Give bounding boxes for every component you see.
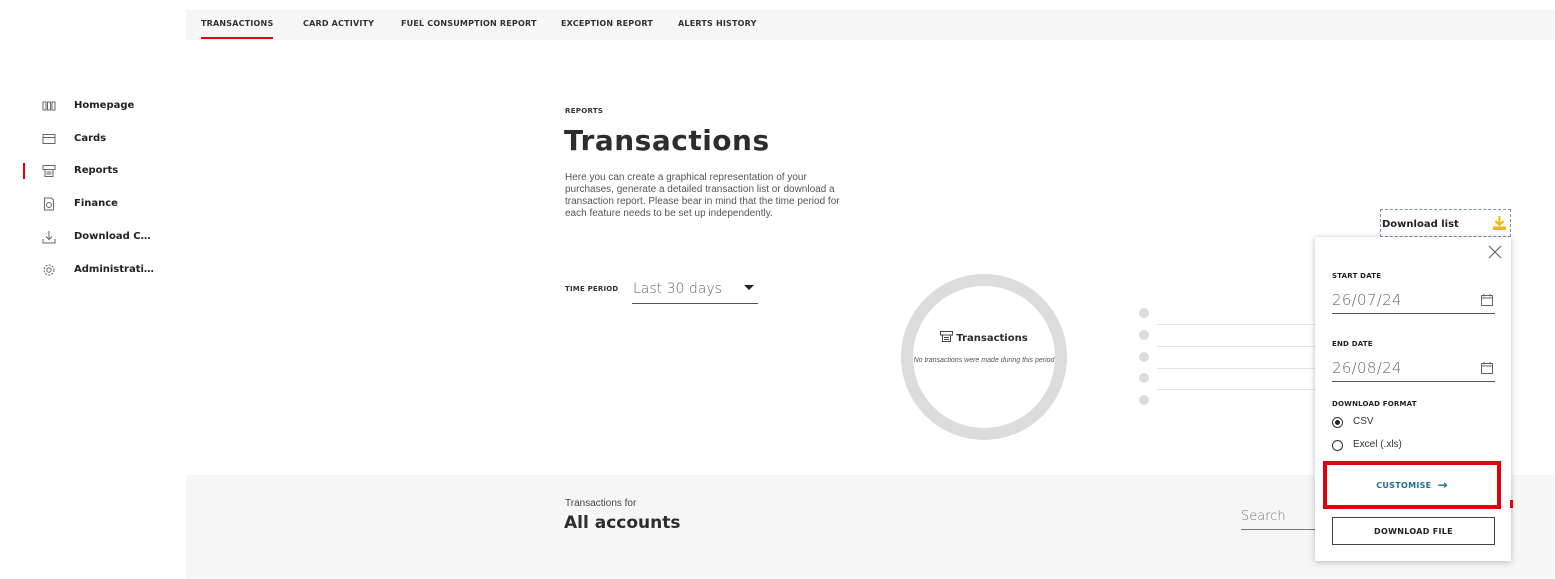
accounts-title: All accounts bbox=[564, 513, 681, 533]
transactions-for-label: Transactions for bbox=[565, 498, 637, 509]
sidebar-item-label: Download Centre bbox=[74, 231, 154, 242]
sidebar-item-reports[interactable]: Reports bbox=[0, 157, 186, 185]
time-period-select[interactable]: Last 30 days bbox=[632, 276, 758, 304]
sidebar-item-homepage[interactable]: Homepage bbox=[0, 92, 186, 120]
breadcrumb: REPORTS bbox=[565, 107, 604, 115]
legend-dot bbox=[1139, 373, 1149, 383]
arrow-right-icon: → bbox=[1437, 478, 1448, 492]
start-date-field[interactable]: 26/07/24 bbox=[1332, 288, 1495, 314]
legend-divider bbox=[1157, 346, 1317, 347]
start-date-label: START DATE bbox=[1332, 272, 1382, 280]
sidebar-item-label: Administration bbox=[74, 264, 154, 275]
sidebar-item-label: Finance bbox=[74, 198, 118, 209]
tab-alerts-history[interactable]: ALERTS HISTORY bbox=[678, 10, 757, 40]
customise-button[interactable]: CUSTOMISE → bbox=[1329, 467, 1495, 503]
end-date-label: END DATE bbox=[1332, 340, 1373, 348]
tab-card-activity[interactable]: CARD ACTIVITY bbox=[303, 10, 374, 40]
search-input[interactable] bbox=[1241, 504, 1321, 529]
time-period-value: Last 30 days bbox=[633, 281, 722, 297]
calendar-icon bbox=[1481, 361, 1493, 374]
reports-icon bbox=[42, 164, 56, 178]
legend-dot bbox=[1139, 330, 1149, 340]
sidebar-item-label: Reports bbox=[74, 165, 119, 176]
homepage-grid-icon bbox=[42, 99, 56, 113]
legend-dot bbox=[1139, 352, 1149, 362]
report-tab-bar: TRANSACTIONS CARD ACTIVITY FUEL CONSUMPT… bbox=[186, 10, 1555, 40]
legend-divider bbox=[1157, 368, 1317, 369]
download-file-button[interactable]: DOWNLOAD FILE bbox=[1332, 517, 1495, 545]
gear-icon bbox=[42, 263, 56, 277]
page-description: Here you can create a graphical represen… bbox=[565, 172, 840, 219]
start-date-value: 26/07/24 bbox=[1332, 291, 1402, 309]
radio-selected-indicator bbox=[1332, 417, 1343, 428]
tab-exception-report[interactable]: EXCEPTION REPORT bbox=[561, 10, 653, 40]
download-list-button[interactable]: Download list bbox=[1380, 209, 1511, 237]
legend-divider bbox=[1157, 389, 1317, 390]
download-icon bbox=[1492, 215, 1507, 231]
sidebar-item-cards[interactable]: Cards bbox=[0, 125, 186, 153]
empty-state-note: No transactions were made during this pe… bbox=[913, 357, 1055, 364]
time-period-label: TIME PERIOD bbox=[565, 285, 619, 293]
red-marker bbox=[1510, 500, 1513, 508]
tab-fuel-consumption-report[interactable]: FUEL CONSUMPTION REPORT bbox=[401, 10, 537, 40]
reports-icon bbox=[940, 331, 954, 342]
donut-title-text: Transactions bbox=[956, 333, 1028, 344]
radio-indicator bbox=[1332, 440, 1343, 451]
download-options-panel: START DATE 26/07/24 END DATE 26/08/24 DO… bbox=[1315, 237, 1511, 561]
caret-down-icon bbox=[744, 285, 754, 290]
customise-highlight: CUSTOMISE → bbox=[1323, 461, 1501, 509]
donut-title: Transactions bbox=[901, 331, 1067, 344]
sidebar-item-administration[interactable]: Administration bbox=[0, 256, 186, 284]
format-label: Excel (.xls) bbox=[1353, 439, 1402, 450]
sidebar-item-finance[interactable]: Finance bbox=[0, 190, 186, 218]
card-icon bbox=[42, 132, 56, 146]
sidebar-item-label: Homepage bbox=[74, 100, 135, 111]
customise-label: CUSTOMISE bbox=[1376, 480, 1432, 490]
download-icon bbox=[42, 230, 56, 244]
finance-icon bbox=[42, 197, 56, 211]
close-icon[interactable] bbox=[1488, 245, 1502, 259]
tab-transactions[interactable]: TRANSACTIONS bbox=[201, 10, 274, 40]
end-date-field[interactable]: 26/08/24 bbox=[1332, 356, 1495, 382]
page-title: Transactions bbox=[564, 124, 770, 157]
format-label: CSV bbox=[1353, 416, 1374, 427]
legend-dot bbox=[1139, 395, 1149, 405]
sidebar-item-download-centre[interactable]: Download Centre bbox=[0, 223, 186, 251]
legend-dot bbox=[1139, 308, 1149, 318]
download-format-label: DOWNLOAD FORMAT bbox=[1332, 400, 1417, 408]
legend-divider bbox=[1157, 324, 1317, 325]
download-list-label: Download list bbox=[1382, 219, 1459, 230]
end-date-value: 26/08/24 bbox=[1332, 359, 1402, 377]
sidebar-item-label: Cards bbox=[74, 133, 107, 144]
calendar-icon bbox=[1481, 293, 1493, 306]
search-field bbox=[1241, 504, 1321, 530]
